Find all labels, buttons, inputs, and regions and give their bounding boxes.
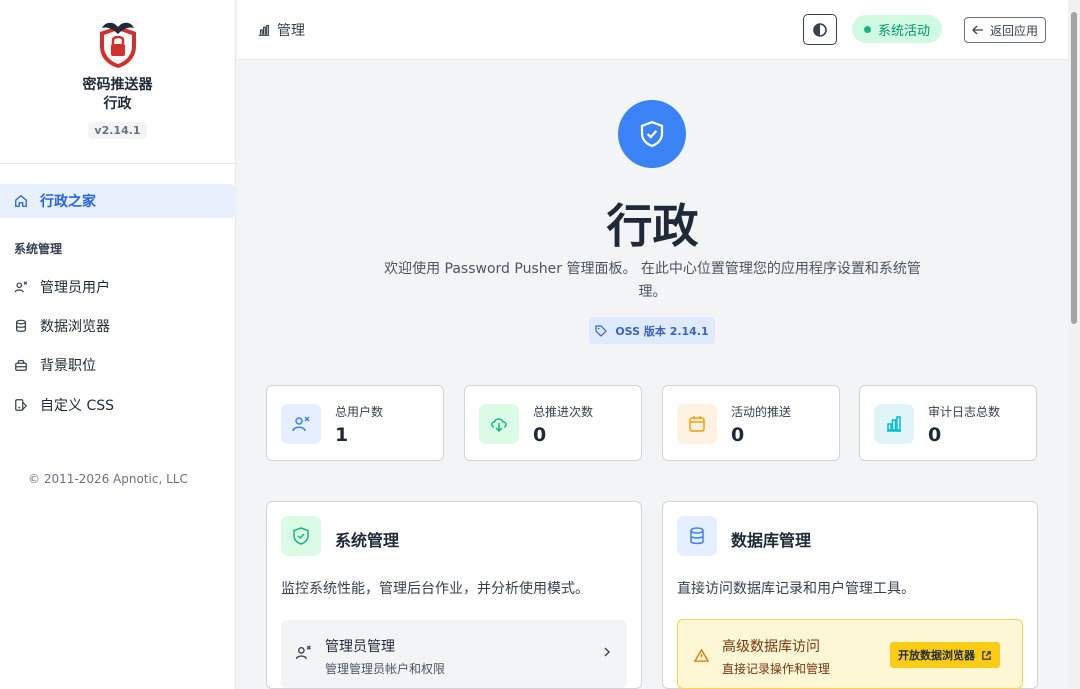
- page-title: 行政: [606, 199, 699, 253]
- system-status-badge: 系统活动: [852, 15, 943, 43]
- stat-card-total-users: 总用户数 1: [266, 385, 444, 461]
- palette-icon: [15, 399, 28, 411]
- stat-card-active-pushes: 活动的推送 0: [662, 385, 840, 461]
- back-to-app-button[interactable]: 返回应用: [964, 17, 1047, 43]
- sidebar-item-label: 自定义 CSS: [40, 398, 114, 414]
- user-cog-icon: [295, 645, 311, 660]
- bar-chart-icon: [874, 404, 914, 444]
- advanced-db-access-alert: 高级数据库访问 直接记录操作和管理 开放数据浏览器: [677, 619, 1023, 689]
- open-data-browser-button[interactable]: 开放数据浏览器: [890, 642, 1000, 668]
- alert-title: 高级数据库访问: [722, 639, 820, 655]
- stat-label: 总推进次数: [533, 405, 594, 419]
- bar-chart-icon: [258, 25, 270, 36]
- stat-card-total-pushes: 总推进次数 0: [464, 385, 642, 461]
- briefcase-icon: [15, 359, 27, 371]
- sidebar-item-data-browser[interactable]: 数据浏览器: [0, 311, 236, 341]
- admin-management-title: 管理员管理: [325, 639, 395, 655]
- back-label: 返回应用: [990, 23, 1039, 38]
- oss-version-label: OSS 版本 2.14.1: [615, 324, 709, 338]
- status-label: 系统活动: [878, 23, 931, 39]
- stat-card-audit-logs: 审计日志总数 0: [859, 385, 1037, 461]
- database-icon: [16, 319, 26, 332]
- logo-icon: [99, 22, 136, 68]
- version-badge: v2.14.1: [88, 122, 147, 139]
- tag-icon: [595, 324, 608, 337]
- stat-value: 0: [533, 424, 547, 446]
- external-link-icon: [982, 650, 991, 660]
- brand-subtitle: 行政: [103, 96, 132, 112]
- arrow-left-icon: [972, 25, 983, 35]
- panel-title: 数据库管理: [731, 531, 812, 550]
- warning-icon: [694, 648, 709, 662]
- theme-toggle-button[interactable]: [803, 14, 837, 45]
- database-management-panel: 数据库管理 直接访问数据库记录和用户管理工具。 高级数据库访问 直接记录操作和管…: [662, 501, 1038, 689]
- calendar-icon: [677, 404, 717, 444]
- shield-check-icon: [281, 516, 321, 556]
- contrast-icon: [813, 22, 827, 37]
- hero-shield-icon: [618, 100, 686, 168]
- status-dot-icon: [864, 25, 871, 33]
- stat-value: 0: [731, 424, 745, 446]
- panel-title: 系统管理: [335, 531, 400, 550]
- page-description: 欢迎使用 Password Pusher 管理面板。 在此中心位置管理您的应用程…: [384, 261, 921, 300]
- system-management-panel: 系统管理 监控系统性能，管理后台作业，并分析使用模式。 管理员管理 管理管理员帐…: [266, 501, 642, 689]
- stat-label: 总用户数: [335, 405, 384, 419]
- button-label: 开放数据浏览器: [898, 649, 975, 662]
- breadcrumb[interactable]: 管理: [257, 20, 305, 40]
- copyright: © 2011-2026 Apnotic, LLC: [28, 472, 188, 486]
- topbar: 管理 系统活动 返回应用: [237, 0, 1068, 60]
- sidebar-item-background-jobs[interactable]: 背景职位: [0, 350, 236, 380]
- scrollbar-thumb[interactable]: [1071, 12, 1077, 324]
- sidebar-item-home[interactable]: 行政之家: [0, 184, 236, 218]
- admin-management-link[interactable]: 管理员管理 管理管理员帐户和权限: [281, 620, 627, 688]
- sidebar-item-custom-css[interactable]: 自定义 CSS: [0, 390, 236, 420]
- stat-value: 0: [928, 424, 942, 446]
- database-icon: [677, 516, 717, 556]
- panel-description: 直接访问数据库记录和用户管理工具。: [677, 581, 915, 597]
- user-cog-icon: [14, 281, 28, 293]
- users-icon: [281, 404, 321, 444]
- cloud-download-icon: [479, 404, 519, 444]
- sidebar-item-label: 管理员用户: [40, 280, 110, 296]
- panel-description: 监控系统性能，管理后台作业，并分析使用模式。: [281, 581, 589, 597]
- nav-section-heading: 系统管理: [14, 242, 63, 256]
- sidebar-item-label: 背景职位: [40, 358, 96, 374]
- brand-name: 密码推送器: [82, 77, 153, 93]
- brand: 密码推送器 行政 v2.14.1: [0, 0, 235, 164]
- breadcrumb-label: 管理: [277, 23, 305, 39]
- stat-label: 活动的推送: [731, 405, 792, 419]
- sidebar-item-label: 数据浏览器: [40, 319, 110, 335]
- sidebar: 密码推送器 行政 v2.14.1 行政之家 系统管理 管理员用户 数据浏览器 背…: [0, 0, 236, 689]
- sidebar-item-label: 行政之家: [40, 194, 96, 210]
- sidebar-item-admin-users[interactable]: 管理员用户: [0, 272, 236, 302]
- stat-value: 1: [335, 424, 349, 446]
- stat-label: 审计日志总数: [928, 405, 1001, 419]
- chevron-right-icon: [604, 647, 610, 657]
- home-icon: [15, 194, 27, 207]
- oss-version-badge: OSS 版本 2.14.1: [589, 317, 715, 344]
- admin-management-desc: 管理管理员帐户和权限: [325, 662, 446, 676]
- alert-description: 直接记录操作和管理: [722, 662, 831, 676]
